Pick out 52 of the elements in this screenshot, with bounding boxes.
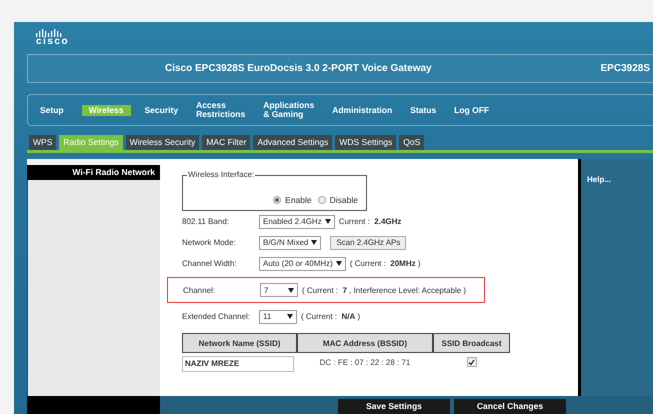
group-legend: Wireless Interface: (187, 170, 256, 179)
radio-icon[interactable] (273, 196, 282, 204)
select-field[interactable]: 7 (260, 283, 298, 297)
select-field[interactable]: Auto (20 or 40MHz) (259, 256, 346, 270)
sub-tab[interactable]: MAC Filter (202, 135, 250, 150)
caret-icon (324, 219, 331, 224)
help-link[interactable]: Help... (587, 175, 612, 184)
radio-icon[interactable] (318, 196, 326, 204)
sub-tab[interactable]: Wireless Security (126, 135, 200, 150)
ssid-input[interactable]: NAZIV MREZE (182, 356, 294, 372)
nav-item[interactable]: Log OFF (454, 106, 490, 114)
column-header: SSID Broadcast (433, 333, 510, 353)
setting-label: Extended Channel: (182, 312, 252, 321)
select-field[interactable]: 11 (259, 310, 297, 324)
checkbox[interactable] (466, 357, 476, 367)
radio-option[interactable]: Enable (273, 195, 312, 205)
setting-label: Channel Width: (182, 259, 238, 268)
current-note: ( Current : N/A ) (301, 312, 360, 321)
radio-option[interactable]: Disable (318, 195, 358, 205)
nav-item[interactable]: Security (144, 106, 178, 114)
sub-tab[interactable]: QoS (399, 135, 424, 150)
current-note: ( Current : 20MHz ) (350, 259, 420, 268)
nav-item[interactable]: Access Restrictions (196, 101, 246, 119)
sidebar-title: Wi-Fi Radio Network (27, 165, 160, 180)
logo-icon (36, 29, 62, 37)
select-field[interactable]: Enabled 2.4GHz (259, 214, 335, 228)
model-name: EPC3928S (600, 63, 650, 74)
sub-tab[interactable]: WDS Settings (335, 135, 396, 150)
table-cell-text: DC : FE : 07 : 22 : 28 : 71 (318, 356, 412, 368)
caret-icon (288, 288, 294, 292)
current-note: Current : 2.4GHz (338, 217, 402, 226)
setting-label: 802.11 Band: (182, 217, 230, 226)
cancel-button[interactable]: Cancel Changes (454, 399, 566, 414)
caret-icon (287, 314, 293, 319)
caret-icon (336, 261, 342, 266)
sub-tab[interactable]: Advanced Settings (253, 135, 332, 150)
scan-button[interactable]: Scan 2.4GHz APs (330, 236, 406, 250)
column-header: Network Name (SSID) (182, 333, 297, 353)
nav-item[interactable]: Status (410, 106, 436, 114)
nav-item[interactable]: Administration (332, 106, 392, 114)
save-button[interactable]: Save Settings (338, 399, 450, 414)
caret-icon (311, 240, 318, 245)
window-title: Cisco EPC3928S EuroDocsis 3.0 2-PORT Voice Gateway (165, 63, 432, 74)
nav-item[interactable]: Applications & Gaming (263, 101, 314, 119)
current-note: ( Current : 7 , Interference Level: Acceptable ) (302, 286, 466, 294)
sub-tab[interactable]: WPS (29, 135, 56, 150)
select-field[interactable]: B/G/N Mixed (259, 236, 322, 250)
nav-item[interactable]: Setup (40, 106, 64, 114)
setting-label: Network Mode: (182, 238, 237, 247)
setting-label: Channel: (183, 286, 216, 294)
logo-text: cisco (36, 37, 70, 47)
column-header: MAC Address (BSSID) (297, 333, 433, 353)
